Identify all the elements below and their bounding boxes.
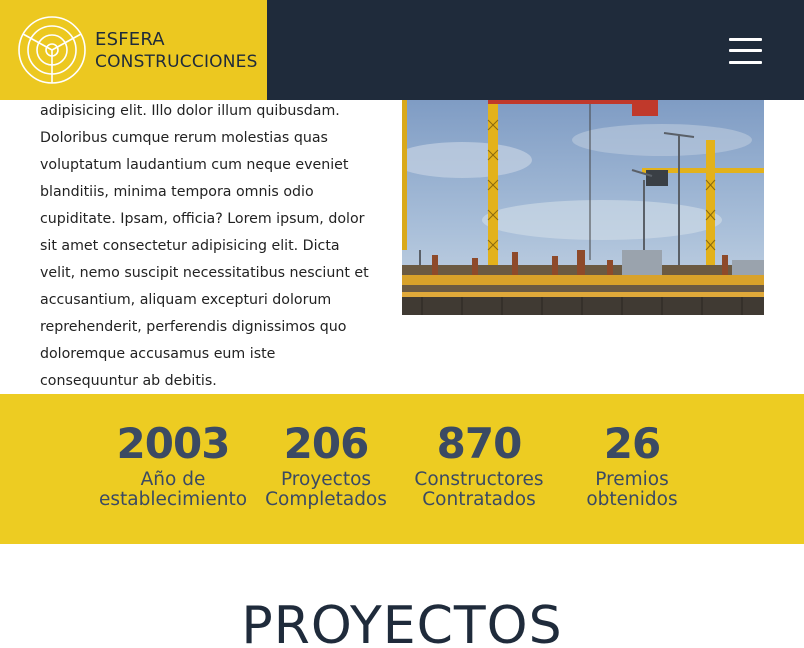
logo[interactable]: ESFERA CONSTRUCCIONES xyxy=(0,0,267,100)
stat-label-line2: Completados xyxy=(265,489,387,510)
site-header: ESFERA CONSTRUCCIONES xyxy=(0,0,804,100)
construction-site-cranes-photo xyxy=(402,100,764,315)
stat-label-line2: obtenidos xyxy=(586,489,678,510)
stat-awards: 26 Premios obtenidos xyxy=(570,418,694,510)
logo-text: ESFERA CONSTRUCCIONES xyxy=(95,29,258,73)
stat-label-line2: Contratados xyxy=(422,489,536,510)
brand-name: ESFERA xyxy=(95,29,165,50)
hamburger-menu-icon[interactable] xyxy=(729,36,763,66)
brand-subtitle: CONSTRUCCIONES xyxy=(95,52,258,72)
stat-label-line1: Proyectos xyxy=(280,469,372,490)
stat-projects: 206 Proyectos Completados xyxy=(255,418,397,510)
about-paragraph: adipisicing elit. Illo dolor illum quibu… xyxy=(40,103,369,389)
stat-year: 2003 Año de establecimiento xyxy=(98,418,248,510)
stat-number: 26 xyxy=(603,419,661,468)
stats-band: 2003 Año de establecimiento 206 Proyecto… xyxy=(0,394,804,544)
stat-label-line2: establecimiento xyxy=(98,489,248,510)
stat-label-line1: Constructores xyxy=(414,469,544,490)
stat-builders: 870 Constructores Contratados xyxy=(404,418,554,510)
stat-label-line1: Premios xyxy=(595,469,669,490)
projects-title: PROYECTOS xyxy=(241,596,563,648)
stat-number: 206 xyxy=(283,419,370,468)
stat-number: 870 xyxy=(436,419,523,468)
stat-number: 2003 xyxy=(116,419,231,468)
stat-label-line1: Año de xyxy=(140,469,206,490)
sphere-logo-icon xyxy=(18,16,86,84)
